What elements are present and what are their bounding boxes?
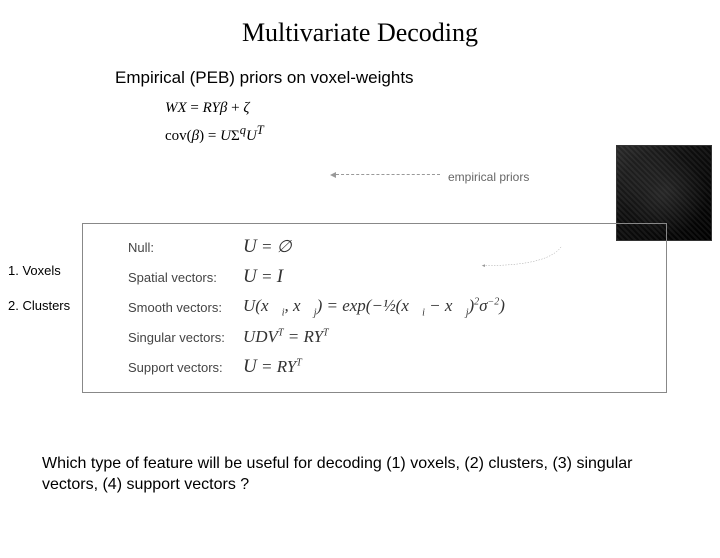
row-smooth-eq: U(x⃗i, x⃗j) = exp(−½(x⃗i − x⃗j)2σ−2) <box>243 296 505 318</box>
eq-cov: cov(β) = UΣqUT <box>165 120 264 148</box>
empirical-priors-label: empirical priors <box>448 170 529 184</box>
question-text: Which type of feature will be useful for… <box>42 453 650 496</box>
row-null-eq: U = ∅ <box>243 236 292 258</box>
side-labels: 1. Voxels 2. Clusters <box>8 263 70 333</box>
row-null-label: Null: <box>128 240 243 255</box>
row-svd-eq: UDVT = RYT <box>243 327 329 347</box>
row-spatial-label: Spatial vectors: <box>128 270 243 285</box>
priors-panel: Null: U = ∅ Spatial vectors: U = I Smoot… <box>82 223 667 393</box>
row-smooth-label: Smooth vectors: <box>128 300 243 315</box>
row-spatial-eq: U = I <box>243 266 283 288</box>
row-support-eq: U = RYT <box>243 356 302 378</box>
row-svd-label: Singular vectors: <box>128 330 243 345</box>
page-title: Multivariate Decoding <box>0 18 720 48</box>
side-label-clusters: 2. Clusters <box>8 298 70 313</box>
eq-wx: WX = RYβ + ζ <box>165 96 249 120</box>
top-equations: WX = RYβ + ζ cov(β) = UΣqUT <box>165 96 720 148</box>
subheading: Empirical (PEB) priors on voxel-weights <box>115 68 720 88</box>
side-label-voxels: 1. Voxels <box>8 263 70 278</box>
arrow-priors-to-cov <box>336 174 440 176</box>
row-support-label: Support vectors: <box>128 360 243 375</box>
